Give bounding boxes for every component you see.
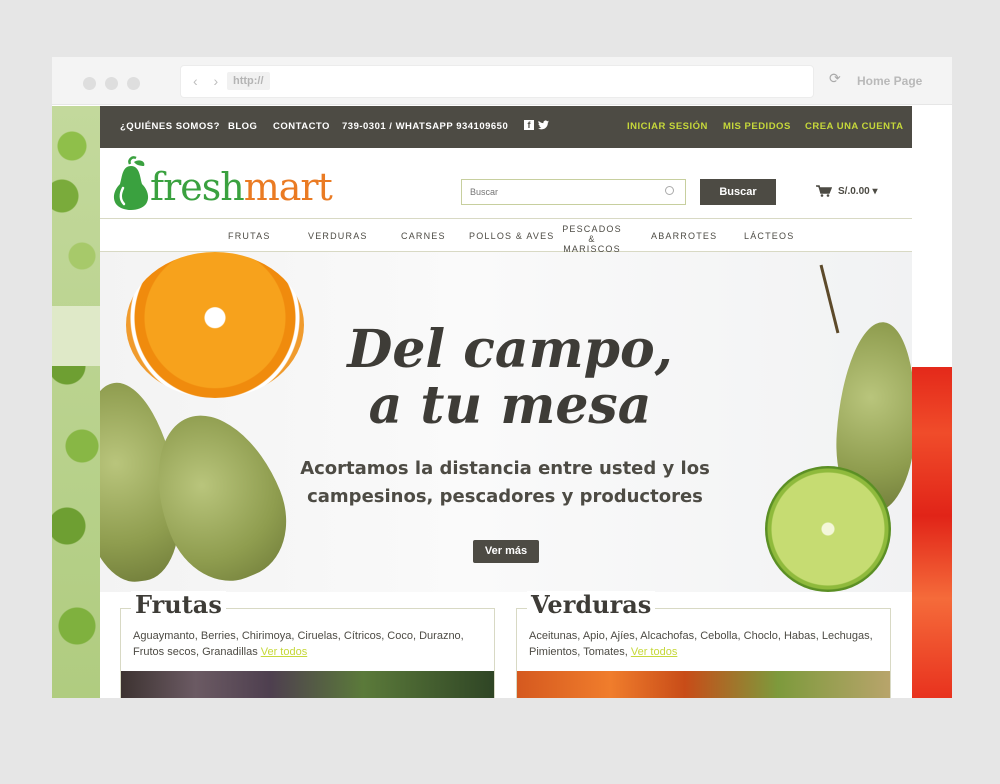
card-frutas[interactable]: Frutas Aguaymanto, Berries, Chirimoya, C…	[120, 591, 495, 698]
nav-lacteos[interactable]: LÁCTEOS	[744, 231, 794, 241]
card-text: Aceitunas, Apio, Ajíes, Alcachofas, Cebo…	[529, 630, 873, 658]
card-image	[121, 671, 494, 698]
card-image	[517, 671, 890, 698]
nav-pollos-aves[interactable]: POLLOS & AVES	[469, 231, 554, 241]
back-forward-icon[interactable]: ‹ ›	[193, 73, 224, 89]
nav-abarrotes[interactable]: ABARROTES	[651, 231, 717, 241]
pear-logo-icon	[113, 156, 149, 210]
search-button[interactable]: Buscar	[700, 179, 776, 205]
hero-subtitle: Acortamos la distancia entre usted y los…	[300, 458, 710, 507]
tomato-side-image	[912, 367, 952, 698]
cart-icon[interactable]	[816, 185, 832, 197]
card-title: Frutas	[131, 591, 226, 619]
window-maximize-dot[interactable]	[127, 77, 140, 90]
card-title: Verduras	[527, 591, 656, 619]
site-page: ¿QUIÉNES SOMOS? BLOG CONTACTO 739-0301 /…	[100, 106, 912, 698]
see-all-link[interactable]: Ver todos	[631, 646, 677, 658]
top-bar: ¿QUIÉNES SOMOS? BLOG CONTACTO 739-0301 /…	[100, 106, 912, 148]
top-link-contact[interactable]: CONTACTO	[273, 121, 330, 132]
browser-window: ‹ › http:// ⟳ Home Page ¿QUIÉNES SOMOS? …	[52, 57, 952, 698]
see-more-button[interactable]: Ver más	[473, 540, 539, 563]
search-input[interactable]	[461, 179, 686, 205]
home-page-link[interactable]: Home Page	[857, 74, 922, 88]
hero-banner: Del campo, a tu mesa Acortamos la distan…	[100, 252, 912, 592]
see-all-link[interactable]: Ver todos	[261, 646, 307, 658]
register-link[interactable]: CREA UNA CUENTA	[805, 121, 903, 132]
logo-wordmark: freshmart	[150, 165, 333, 209]
pear-stem	[819, 264, 840, 334]
card-text: Aguaymanto, Berries, Chirimoya, Ciruelas…	[133, 630, 464, 658]
freshmart-logo[interactable]: freshmart	[110, 156, 333, 214]
window-minimize-dot[interactable]	[105, 77, 118, 90]
card-verduras[interactable]: Verduras Aceitunas, Apio, Ajíes, Alcacho…	[516, 591, 891, 698]
facebook-icon[interactable]: f	[524, 120, 534, 130]
nav-carnes[interactable]: CARNES	[401, 231, 446, 241]
url-text: http://	[227, 72, 270, 90]
cart-total[interactable]: S/.0.00 ▾	[838, 186, 878, 197]
window-close-dot[interactable]	[83, 77, 96, 90]
browser-toolbar: ‹ › http:// ⟳ Home Page	[52, 57, 952, 105]
category-cards: Frutas Aguaymanto, Berries, Chirimoya, C…	[100, 591, 912, 698]
chevron-down-icon: ▾	[872, 186, 878, 197]
site-header: freshmart Buscar S/.0.00 ▾	[100, 148, 912, 218]
nav-verduras[interactable]: VERDURAS	[308, 231, 368, 241]
nav-frutas[interactable]: FRUTAS	[228, 231, 271, 241]
address-bar[interactable]: ‹ › http://	[181, 66, 813, 97]
nav-pescados-mariscos[interactable]: PESCADOS & MARISCOS	[562, 224, 622, 254]
top-link-about[interactable]: ¿QUIÉNES SOMOS?	[120, 121, 220, 132]
login-link[interactable]: INICIAR SESIÓN	[627, 121, 708, 132]
category-nav: FRUTAS VERDURAS CARNES POLLOS & AVES PES…	[100, 218, 912, 254]
reload-icon[interactable]: ⟳	[829, 71, 843, 85]
top-link-blog[interactable]: BLOG	[228, 121, 257, 132]
orders-link[interactable]: MIS PEDIDOS	[723, 121, 791, 132]
top-phone: 739-0301 / WHATSAPP 934109650	[342, 121, 509, 132]
lime-image	[765, 466, 891, 592]
twitter-icon[interactable]	[538, 120, 549, 133]
search-icon[interactable]	[665, 186, 674, 195]
hero-title: Del campo, a tu mesa	[347, 319, 673, 436]
orange-image	[126, 252, 304, 398]
broccoli-side-image	[52, 106, 101, 698]
